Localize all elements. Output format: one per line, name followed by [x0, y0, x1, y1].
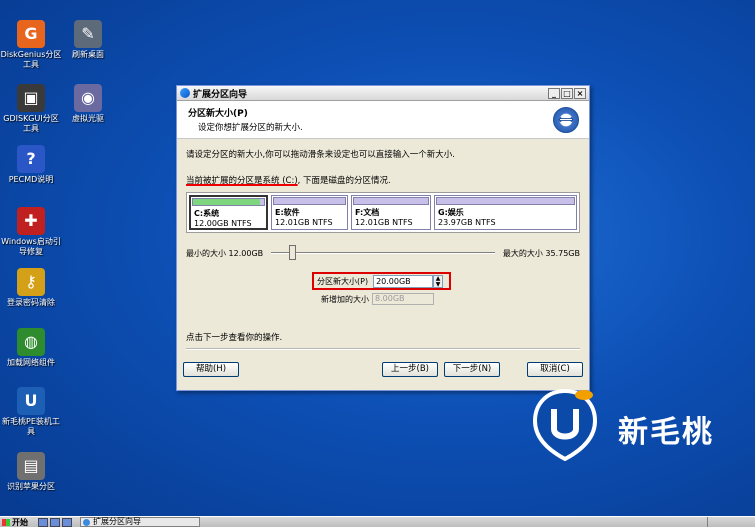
new-size-spinner[interactable]: ▲ ▼: [433, 274, 444, 288]
extend-partition-wizard-window: 扩展分区向导 _ □ × 分区新大小(P) 设定你想扩展分区的新大小. ⟺ 请设…: [176, 85, 590, 391]
new-size-label: 分区新大小(P): [317, 276, 369, 286]
taskbar: 开始 扩展分区向导: [0, 516, 755, 527]
network-icon: ◍: [17, 328, 45, 356]
brand-logo: 新毛桃: [532, 385, 747, 465]
title-bar[interactable]: 扩展分区向导 _ □ ×: [177, 86, 589, 101]
partition-block[interactable]: F:文档 12.01GB NTFS: [351, 195, 431, 230]
cancel-button[interactable]: 取消(C): [527, 362, 583, 377]
gdisk-icon: ▣: [17, 84, 45, 112]
desktop-icon[interactable]: G DiskGenius分区工具: [0, 20, 62, 70]
next-button[interactable]: 下一步(N): [444, 362, 500, 377]
resize-arrows-icon: ⟺: [553, 107, 579, 133]
new-size-row: 分区新大小(P) 20.00GB ▲ ▼: [312, 272, 451, 290]
partition-name: G:娱乐: [438, 208, 464, 217]
app-icon: [180, 88, 190, 98]
partition-usage-bar: [436, 197, 575, 205]
max-size-label: 最大的大小 35.75GB: [502, 248, 580, 258]
desktop-icon-label: GDISKGUI分区工具: [3, 114, 59, 133]
desktop-icon[interactable]: ? PECMD说明: [0, 145, 62, 185]
brand-name: 新毛桃: [618, 415, 714, 450]
diskgenius-icon: G: [17, 20, 45, 48]
help-icon: ?: [17, 145, 45, 173]
desktop-icon-label: PECMD说明: [8, 175, 54, 184]
partition-block[interactable]: G:娱乐 23.97GB NTFS: [434, 195, 577, 230]
partition-size: 23.97GB NTFS: [438, 218, 496, 227]
desktop-icon-label: 加载网络组件: [7, 358, 55, 367]
refresh-desktop-icon: ✎: [74, 20, 102, 48]
installer-icon: U: [17, 387, 45, 415]
header-subtitle: 设定你想扩展分区的新大小.: [198, 123, 303, 133]
apple-partition-icon: ▤: [17, 452, 45, 480]
current-partition-text: 当前被扩展的分区是系统 (C:), 下面是磁盘的分区情况.: [186, 174, 580, 186]
partition-usage-fill: [193, 199, 261, 205]
instruction-text: 请设定分区的新大小,你可以拖动滑条来设定也可以直接输入一个新大小.: [186, 150, 455, 160]
partition-name: F:文档: [355, 208, 380, 217]
partition-usage-bar: [192, 198, 265, 206]
desktop-icon-label: Windows启动引导修复: [1, 237, 61, 256]
partition-size: 12.01GB NTFS: [275, 218, 333, 227]
partition-block[interactable]: E:软件 12.01GB NTFS: [271, 195, 348, 230]
help-button[interactable]: 帮助(H): [183, 362, 239, 377]
desktop-icon[interactable]: ▣ GDISKGUI分区工具: [0, 84, 62, 134]
partition-name: C:系统: [194, 209, 220, 218]
partition-usage-bar: [273, 197, 346, 205]
desktop-icon-label: 新毛桃PE装机工具: [2, 417, 60, 436]
current-partition-highlight: 当前被扩展的分区是系统 (C:): [186, 176, 298, 186]
partition-size: 12.01GB NTFS: [355, 218, 413, 227]
minimize-button[interactable]: _: [548, 87, 560, 99]
desktop-icon[interactable]: ⚷ 登录密码清除: [0, 268, 62, 308]
hint-text: 点击下一步查看你的操作.: [186, 333, 283, 343]
current-partition-rest: , 下面是磁盘的分区情况.: [297, 176, 391, 186]
start-button[interactable]: 开始: [0, 517, 36, 527]
added-size-label: 新增加的大小: [321, 294, 369, 304]
desktop-icon-label: 识别苹果分区: [7, 482, 55, 491]
desktop-icon-label: DiskGenius分区工具: [0, 50, 62, 69]
system-tray: [707, 517, 755, 527]
back-button[interactable]: 上一步(B): [382, 362, 438, 377]
added-size-field: 8.00GB: [372, 293, 434, 305]
desktop-icon-label: 登录密码清除: [7, 298, 55, 307]
added-size-row: 新增加的大小 8.00GB: [321, 293, 580, 305]
slider-thumb[interactable]: [289, 245, 297, 260]
desktop-icon[interactable]: ◉ 虚拟光驱: [57, 84, 119, 124]
partition-size: 12.00GB NTFS: [194, 219, 252, 228]
desktop-icon[interactable]: U 新毛桃PE装机工具: [0, 387, 62, 437]
desktop-icon[interactable]: ✎ 刷新桌面: [57, 20, 119, 60]
virtual-drive-icon: ◉: [74, 84, 102, 112]
taskbar-item-wizard[interactable]: 扩展分区向导: [80, 517, 200, 527]
partition-usage-bar: [353, 197, 429, 205]
desktop-icon-label: 刷新桌面: [72, 50, 104, 59]
divider: [186, 348, 580, 350]
quicklaunch-icon[interactable]: [62, 517, 72, 527]
wizard-header: 分区新大小(P) 设定你想扩展分区的新大小. ⟺: [177, 101, 589, 139]
size-slider-row: 最小的大小 12.00GB 最大的大小 35.75GB: [186, 245, 580, 260]
desktop-icon-label: 虚拟光驱: [72, 114, 104, 123]
close-button[interactable]: ×: [574, 87, 586, 99]
maximize-button[interactable]: □: [561, 87, 573, 99]
key-icon: ⚷: [17, 268, 45, 296]
partition-name: E:软件: [275, 208, 300, 217]
min-size-label: 最小的大小 12.00GB: [186, 248, 264, 258]
header-title: 分区新大小(P): [188, 109, 248, 119]
partition-block[interactable]: C:系统 12.00GB NTFS: [189, 195, 268, 230]
desktop-icon[interactable]: ✚ Windows启动引导修复: [0, 207, 62, 257]
quicklaunch-icon[interactable]: [38, 517, 48, 527]
quicklaunch-icon[interactable]: [50, 517, 60, 527]
new-size-input[interactable]: 20.00GB: [373, 274, 434, 288]
brand-logo-icon: [532, 388, 598, 461]
partition-map: C:系统 12.00GB NTFS E:软件 12.01GB NTFS F:文档 12.0…: [186, 192, 580, 233]
boot-repair-icon: ✚: [17, 207, 45, 235]
desktop-icon[interactable]: ▤ 识别苹果分区: [0, 452, 62, 492]
desktop-icon[interactable]: ◍ 加载网络组件: [0, 328, 62, 368]
window-title: 扩展分区向导: [193, 89, 248, 100]
size-slider[interactable]: [271, 245, 495, 260]
